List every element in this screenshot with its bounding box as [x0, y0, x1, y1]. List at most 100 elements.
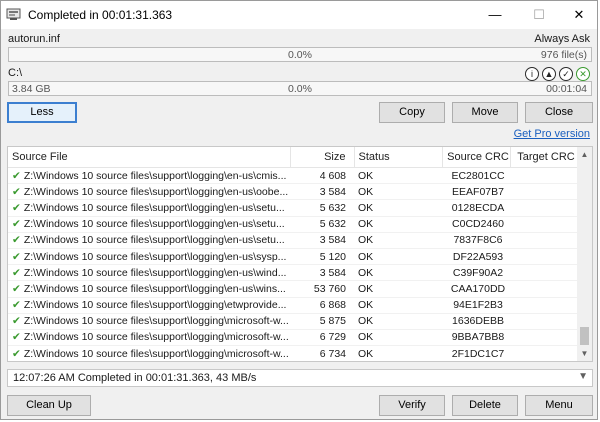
- status-bar[interactable]: 12:07:26 AM Completed in 00:01:31.363, 4…: [7, 369, 593, 387]
- cell-size: 5 632: [290, 216, 354, 233]
- info-icon[interactable]: i: [525, 67, 539, 81]
- app-icon: [6, 8, 21, 20]
- table-row[interactable]: ✔ Z:\Windows 10 source files\support\logg…: [8, 216, 578, 233]
- clean-up-button[interactable]: Clean Up: [7, 395, 91, 416]
- move-button[interactable]: Move: [452, 102, 518, 123]
- source-name: autorun.inf: [8, 33, 60, 45]
- table-row[interactable]: ✔ Z:\Windows 10 source files\support\logg…: [8, 264, 578, 282]
- cell-status: OK: [354, 280, 442, 298]
- cell-source-file: ✔ Z:\Windows 10 source files\support\logg…: [8, 183, 290, 201]
- cell-target-crc: [510, 329, 578, 347]
- table-row[interactable]: ✔ Z:\Windows 10 source files\support\logg…: [8, 167, 578, 185]
- cell-source-file: ✔ Z:\Windows 10 source files\support\logg…: [8, 280, 290, 298]
- file-list[interactable]: Source File Size Status Source CRC Targe…: [7, 146, 593, 362]
- cell-source-crc: 0128ECDA: [442, 199, 510, 217]
- cell-status: OK: [354, 232, 442, 249]
- cell-status: OK: [354, 297, 442, 314]
- cell-target-crc: [510, 199, 578, 217]
- less-button[interactable]: Less: [7, 102, 77, 123]
- cell-source-crc: 7837F8C6: [442, 232, 510, 249]
- col-status[interactable]: Status: [354, 147, 443, 168]
- status-text: 12:07:26 AM Completed in 00:01:31.363, 4…: [13, 372, 257, 384]
- table-row[interactable]: ✔ Z:\Windows 10 source files\support\logg…: [8, 345, 578, 361]
- cell-status: OK: [354, 183, 442, 201]
- cell-source-file: ✔ Z:\Windows 10 source files\support\logg…: [8, 345, 290, 361]
- file-path: Z:\Windows 10 source files\support\loggi…: [23, 218, 285, 231]
- scroll-down-icon[interactable]: ▼: [577, 346, 592, 361]
- cell-source-crc: EC2801CC: [442, 167, 510, 185]
- list-scrollbar[interactable]: ▲ ▼: [577, 147, 592, 361]
- dest-path: C:\: [8, 67, 23, 79]
- table-row[interactable]: ✔ Z:\Windows 10 source files\support\logg…: [8, 297, 578, 314]
- check-icon[interactable]: ✓: [559, 67, 573, 81]
- table-row[interactable]: ✔ Z:\Windows 10 source files\support\logg…: [8, 280, 578, 298]
- file-path: Z:\Windows 10 source files\support\loggi…: [23, 185, 289, 198]
- cell-status: OK: [354, 167, 442, 185]
- cell-source-crc: EEAF07B7: [442, 183, 510, 201]
- cancel-icon[interactable]: ✕: [576, 67, 590, 81]
- col-target-crc[interactable]: Target CRC: [510, 147, 579, 168]
- check-icon: ✔: [12, 169, 21, 182]
- up-icon[interactable]: ▲: [542, 67, 556, 81]
- cell-size: 6 729: [290, 329, 354, 347]
- cell-target-crc: [510, 264, 578, 282]
- cell-target-crc: [510, 297, 578, 314]
- file-path: Z:\Windows 10 source files\support\loggi…: [23, 169, 287, 182]
- cell-status: OK: [354, 199, 442, 217]
- scroll-thumb[interactable]: [580, 327, 589, 345]
- verify-button[interactable]: Verify: [379, 395, 445, 416]
- col-size[interactable]: Size: [290, 147, 355, 168]
- dest-progress: 3.84 GB 0.0% 00:01:04: [8, 81, 592, 96]
- file-path: Z:\Windows 10 source files\support\loggi…: [23, 315, 289, 328]
- check-icon: ✔: [12, 282, 21, 295]
- title-bar: Completed in 00:01:31.363 — ☐ ✕: [1, 1, 597, 29]
- minimize-button[interactable]: —: [473, 1, 517, 29]
- cell-size: 3 584: [290, 183, 354, 201]
- dest-action-icons: i ▲ ✓ ✕: [522, 67, 590, 81]
- check-icon: ✔: [12, 266, 21, 279]
- cell-source-file: ✔ Z:\Windows 10 source files\support\logg…: [8, 167, 290, 185]
- cell-target-crc: [510, 345, 578, 361]
- cell-target-crc: [510, 216, 578, 233]
- cell-source-crc: C39F90A2: [442, 264, 510, 282]
- menu-button[interactable]: Menu: [525, 395, 593, 416]
- copy-button[interactable]: Copy: [379, 102, 445, 123]
- dest-percent: 0.0%: [288, 83, 312, 95]
- check-icon: ✔: [12, 347, 21, 360]
- cell-source-crc: 94E1F2B3: [442, 297, 510, 314]
- cell-status: OK: [354, 345, 442, 361]
- col-source-crc[interactable]: Source CRC: [442, 147, 511, 168]
- cell-source-file: ✔ Z:\Windows 10 source files\support\logg…: [8, 264, 290, 282]
- cell-size: 5 632: [290, 199, 354, 217]
- file-path: Z:\Windows 10 source files\support\loggi…: [23, 282, 286, 295]
- table-row[interactable]: ✔ Z:\Windows 10 source files\support\logg…: [8, 313, 578, 330]
- cell-target-crc: [510, 280, 578, 298]
- source-percent: 0.0%: [288, 49, 312, 61]
- scroll-up-icon[interactable]: ▲: [577, 147, 592, 162]
- source-file-count: 976 file(s): [540, 49, 587, 61]
- cell-source-file: ✔ Z:\Windows 10 source files\support\logg…: [8, 199, 290, 217]
- get-pro-link[interactable]: Get Pro version: [514, 128, 590, 140]
- source-mode[interactable]: Always Ask: [534, 33, 590, 45]
- table-row[interactable]: ✔ Z:\Windows 10 source files\support\logg…: [8, 199, 578, 217]
- table-row[interactable]: ✔ Z:\Windows 10 source files\support\logg…: [8, 329, 578, 347]
- cell-status: OK: [354, 313, 442, 330]
- check-icon: ✔: [12, 201, 21, 214]
- chevron-down-icon[interactable]: ▼: [578, 371, 588, 382]
- close-button[interactable]: Close: [525, 102, 593, 123]
- cell-target-crc: [510, 167, 578, 185]
- check-icon: ✔: [12, 331, 21, 344]
- file-path: Z:\Windows 10 source files\support\loggi…: [23, 347, 289, 360]
- maximize-button[interactable]: ☐: [517, 1, 561, 29]
- delete-button[interactable]: Delete: [452, 395, 518, 416]
- cell-source-file: ✔ Z:\Windows 10 source files\support\logg…: [8, 297, 290, 314]
- table-row[interactable]: ✔ Z:\Windows 10 source files\support\logg…: [8, 183, 578, 201]
- close-window-button[interactable]: ✕: [557, 1, 600, 29]
- check-icon: ✔: [12, 185, 21, 198]
- cell-source-crc: DF22A593: [442, 248, 510, 266]
- table-row[interactable]: ✔ Z:\Windows 10 source files\support\logg…: [8, 232, 578, 249]
- file-path: Z:\Windows 10 source files\support\loggi…: [23, 331, 289, 344]
- table-row[interactable]: ✔ Z:\Windows 10 source files\support\logg…: [8, 248, 578, 266]
- col-source-file[interactable]: Source File: [8, 147, 291, 168]
- cell-source-file: ✔ Z:\Windows 10 source files\support\logg…: [8, 232, 290, 249]
